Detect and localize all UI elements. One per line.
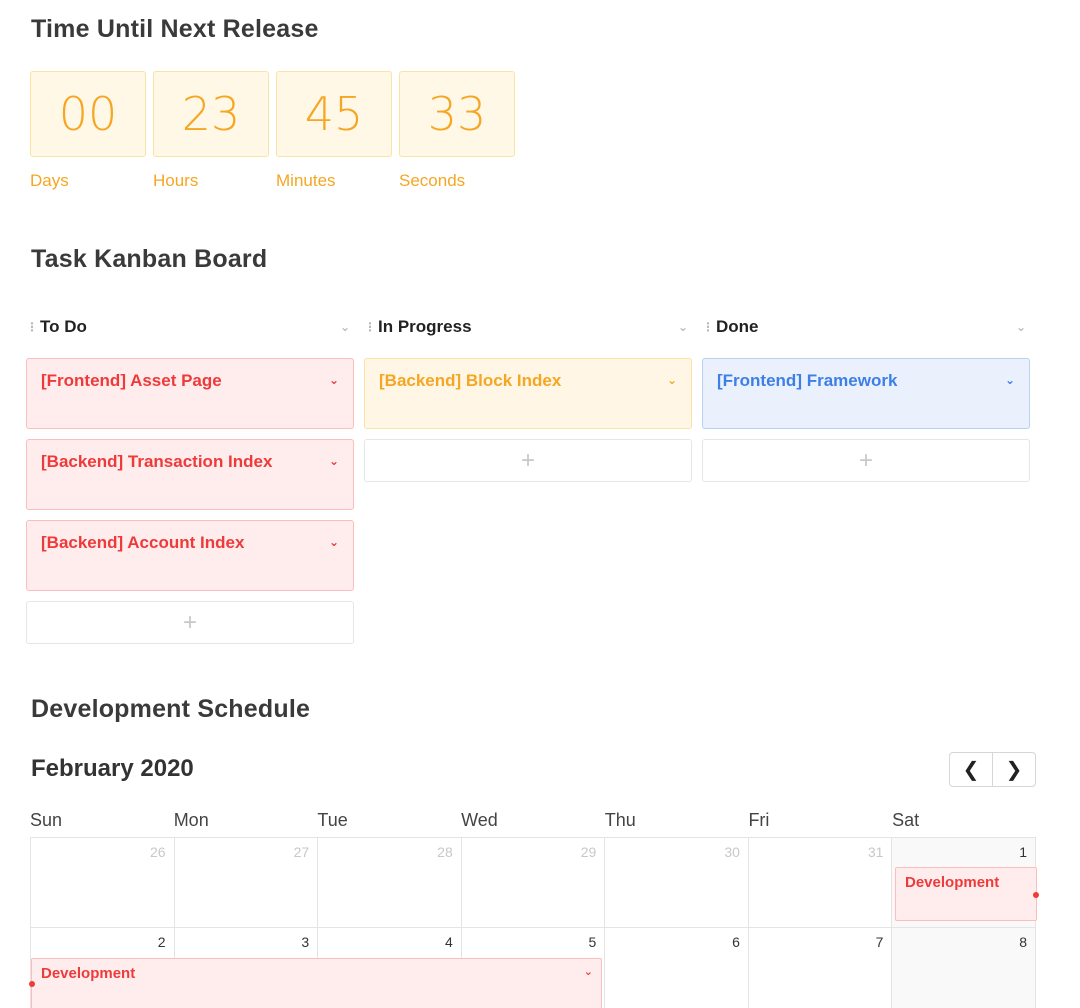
- chevron-right-icon[interactable]: ❯: [992, 753, 1035, 786]
- weekday-label: Wed: [461, 810, 498, 830]
- chevron-down-icon[interactable]: ⌄: [329, 454, 339, 497]
- calendar-event-label: Development: [905, 874, 1000, 891]
- day-number: 31: [867, 844, 884, 860]
- kanban-card-title: [Frontend] Framework: [717, 371, 898, 390]
- schedule-title: Development Schedule: [31, 695, 311, 723]
- day-number: 1: [1019, 844, 1028, 860]
- kanban-column-done: ⋮ Done ⌄ [Frontend] Framework ⌄ +: [702, 312, 1030, 644]
- chevron-down-icon[interactable]: ⌄: [330, 320, 350, 334]
- calendar-day[interactable]: 31: [748, 838, 893, 928]
- countdown-timer: 00 Days 23 Hours 45 Minutes 33 Seconds: [30, 71, 515, 191]
- chevron-down-icon[interactable]: ⌄: [584, 965, 593, 978]
- kanban-card[interactable]: [Frontend] Framework ⌄: [702, 358, 1030, 429]
- countdown-hours-label: Hours: [153, 171, 199, 190]
- calendar-event[interactable]: Development ⌄: [29, 958, 602, 1008]
- countdown-minutes-value: 45: [276, 71, 392, 157]
- add-card-button[interactable]: +: [364, 439, 692, 482]
- calendar-day[interactable]: 26: [31, 838, 175, 928]
- calendar-event-label: Development: [41, 965, 136, 982]
- countdown-title: Time Until Next Release: [31, 15, 319, 43]
- kanban-column-title: In Progress: [378, 317, 472, 336]
- calendar-day[interactable]: 28: [318, 838, 462, 928]
- countdown-minutes-label: Minutes: [276, 171, 336, 190]
- calendar-month-title: February 2020: [31, 755, 194, 782]
- kanban-card[interactable]: [Backend] Account Index ⌄: [26, 520, 354, 591]
- kanban-board: ⋮ To Do ⌄ [Frontend] Asset Page ⌄ [Backe…: [26, 312, 1030, 644]
- calendar-nav: ❮ ❯: [949, 752, 1036, 787]
- kanban-column-todo: ⋮ To Do ⌄ [Frontend] Asset Page ⌄ [Backe…: [26, 312, 354, 644]
- calendar-event[interactable]: Development: [895, 867, 1039, 921]
- weekday-label: Tue: [317, 810, 348, 830]
- day-number: 8: [1019, 934, 1028, 950]
- day-number: 2: [157, 934, 166, 950]
- calendar-day[interactable]: 8: [892, 928, 1037, 1008]
- kanban-card[interactable]: [Frontend] Asset Page ⌄: [26, 358, 354, 429]
- countdown-minutes: 45 Minutes: [276, 71, 392, 191]
- kanban-card[interactable]: [Backend] Block Index ⌄: [364, 358, 692, 429]
- countdown-hours: 23 Hours: [153, 71, 269, 191]
- calendar-week: 26 27 28 29 30 31 1: [31, 838, 1037, 928]
- countdown-seconds: 33 Seconds: [399, 71, 515, 191]
- kanban-column-header[interactable]: ⋮ In Progress ⌄: [364, 312, 692, 342]
- kanban-card-title: [Frontend] Asset Page: [41, 371, 222, 390]
- day-number: 29: [580, 844, 597, 860]
- calendar-day[interactable]: 27: [174, 838, 319, 928]
- day-number: 27: [293, 844, 310, 860]
- calendar-day[interactable]: 7: [749, 928, 893, 1008]
- day-number: 3: [301, 934, 310, 950]
- chevron-down-icon[interactable]: ⌄: [329, 535, 339, 578]
- day-number: 6: [732, 934, 740, 950]
- calendar-day[interactable]: 6: [605, 928, 749, 1008]
- chevron-down-icon[interactable]: ⌄: [668, 320, 688, 334]
- day-number: 30: [724, 844, 740, 860]
- day-number: 7: [875, 934, 884, 950]
- day-number: 4: [444, 934, 453, 950]
- countdown-days-value: 00: [30, 71, 146, 157]
- drag-handle-icon[interactable]: ⋮: [364, 320, 378, 334]
- kanban-card-title: [Backend] Block Index: [379, 371, 562, 390]
- kanban-column-in-progress: ⋮ In Progress ⌄ [Backend] Block Index ⌄ …: [364, 312, 692, 644]
- countdown-days: 00 Days: [30, 71, 146, 191]
- kanban-card-title: [Backend] Account Index: [41, 533, 245, 552]
- chevron-down-icon[interactable]: ⌄: [329, 373, 339, 416]
- weekday-label: Fri: [748, 810, 770, 830]
- day-number: 5: [588, 934, 597, 950]
- chevron-down-icon[interactable]: ⌄: [667, 373, 677, 416]
- chevron-down-icon[interactable]: ⌄: [1006, 320, 1026, 334]
- kanban-card[interactable]: [Backend] Transaction Index ⌄: [26, 439, 354, 510]
- countdown-days-label: Days: [30, 171, 69, 190]
- chevron-down-icon[interactable]: ⌄: [1005, 373, 1015, 416]
- chevron-left-icon[interactable]: ❮: [950, 753, 992, 786]
- countdown-hours-value: 23: [153, 71, 269, 157]
- add-card-button[interactable]: +: [702, 439, 1030, 482]
- kanban-column-header[interactable]: ⋮ Done ⌄: [702, 312, 1030, 342]
- event-resize-handle[interactable]: [1033, 892, 1039, 898]
- kanban-title: Task Kanban Board: [31, 245, 268, 273]
- calendar-day[interactable]: 29: [461, 838, 606, 928]
- day-number: 28: [437, 844, 453, 860]
- weekday-label: Sat: [892, 810, 920, 830]
- weekday-label: Thu: [604, 810, 636, 830]
- drag-handle-icon[interactable]: ⋮: [702, 320, 716, 334]
- event-resize-handle[interactable]: [29, 981, 35, 987]
- calendar-grid: 26 27 28 29 30 31 1 2 3 4 5 6 7 8 Develo…: [29, 837, 1039, 1008]
- drag-handle-icon[interactable]: ⋮: [26, 320, 40, 334]
- calendar-weekday-header: Sun Mon Tue Wed Thu Fri Sat: [30, 810, 1036, 831]
- kanban-card-title: [Backend] Transaction Index: [41, 452, 273, 471]
- countdown-seconds-value: 33: [399, 71, 515, 157]
- kanban-column-header[interactable]: ⋮ To Do ⌄: [26, 312, 354, 342]
- weekday-label: Mon: [173, 810, 209, 830]
- kanban-column-title: Done: [716, 317, 759, 336]
- day-number: 26: [150, 844, 166, 860]
- add-card-button[interactable]: +: [26, 601, 354, 644]
- countdown-seconds-label: Seconds: [399, 171, 466, 190]
- weekday-label: Sun: [30, 810, 63, 830]
- calendar-day[interactable]: 30: [605, 838, 749, 928]
- kanban-column-title: To Do: [40, 317, 87, 336]
